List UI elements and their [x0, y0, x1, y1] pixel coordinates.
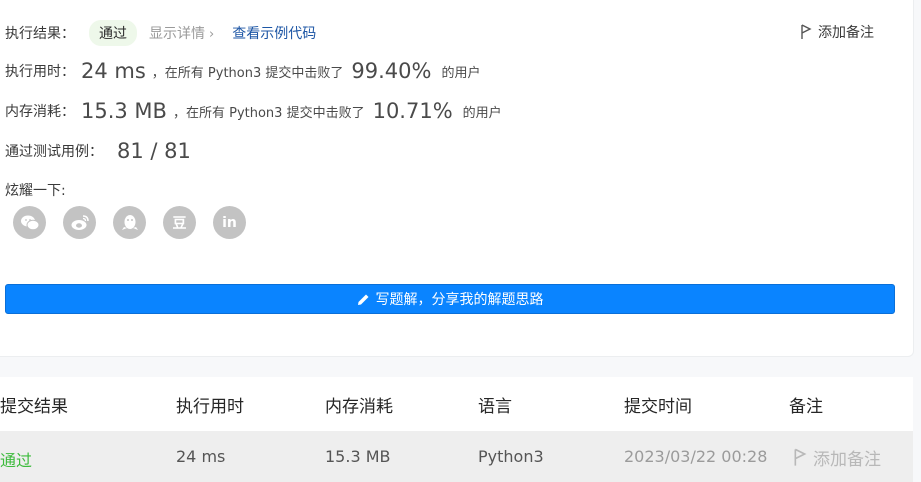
row-result-link[interactable]: 通过 — [0, 447, 32, 471]
share-icons: 豆 in — [13, 206, 246, 239]
tests-label: 通过测试用例： — [5, 144, 103, 160]
memory-row: 内存消耗： 15.3 MB ，在所有 Python3 提交中击败了 10.71%… — [5, 99, 502, 123]
write-solution-label: 写题解，分享我的解题思路 — [375, 292, 544, 308]
write-solution-button[interactable]: 写题解，分享我的解题思路 — [5, 284, 895, 314]
header-result: 提交结果 — [0, 397, 68, 417]
row-add-note-button[interactable]: 添加备注 — [793, 445, 881, 470]
add-note-button[interactable]: 添加备注 — [800, 22, 874, 42]
runtime-text: ，在所有 Python3 提交中击败了 — [151, 65, 344, 81]
flag-icon — [801, 24, 812, 39]
header-submit-time: 提交时间 — [624, 397, 692, 417]
pencil-icon — [357, 294, 368, 305]
linkedin-icon[interactable]: in — [213, 206, 246, 239]
table-row[interactable] — [0, 431, 913, 482]
runtime-percent: 99.40% — [351, 59, 432, 83]
tests-row: 通过测试用例： 81 / 81 — [5, 139, 191, 163]
memory-text: ，在所有 Python3 提交中击败了 — [172, 105, 365, 121]
runtime-suffix: 的用户 — [441, 65, 481, 81]
douban-icon[interactable]: 豆 — [163, 206, 196, 239]
row-language: Python3 — [478, 447, 544, 466]
result-card: 执行结果： 通过 显示详情 › 查看示例代码 添加备注 执行用时： 24 ms ，… — [0, 0, 914, 357]
share-row: 炫耀一下: — [5, 180, 66, 200]
runtime-label: 执行用时： — [5, 64, 75, 80]
add-note-label: 添加备注 — [818, 25, 874, 41]
header-memory: 内存消耗 — [325, 397, 393, 417]
weibo-icon[interactable] — [63, 206, 96, 239]
header-language: 语言 — [478, 397, 512, 417]
show-details-link[interactable]: 显示详情 › — [149, 23, 214, 43]
view-example-code-link[interactable]: 查看示例代码 — [232, 23, 316, 43]
row-submit-time: 2023/03/22 00:28 — [624, 447, 768, 466]
row-runtime: 24 ms — [176, 447, 226, 466]
header-note: 备注 — [789, 397, 823, 417]
share-label: 炫耀一下: — [5, 183, 66, 199]
wechat-icon[interactable] — [13, 206, 46, 239]
status-badge: 通过 — [89, 20, 137, 46]
result-label: 执行结果： — [5, 26, 75, 42]
tests-value: 81 / 81 — [117, 139, 191, 163]
runtime-row: 执行用时： 24 ms ，在所有 Python3 提交中击败了 99.40% 的… — [5, 59, 481, 83]
qq-icon[interactable] — [113, 206, 146, 239]
flag-icon — [794, 448, 807, 466]
row-add-note-label: 添加备注 — [813, 450, 881, 470]
memory-suffix: 的用户 — [462, 105, 502, 121]
memory-value: 15.3 MB — [81, 99, 167, 123]
header-runtime: 执行用时 — [176, 397, 244, 417]
runtime-value: 24 ms — [81, 59, 146, 83]
memory-label: 内存消耗： — [5, 104, 75, 120]
row-memory: 15.3 MB — [325, 447, 391, 466]
result-row: 执行结果： 通过 显示详情 › 查看示例代码 — [5, 20, 316, 46]
memory-percent: 10.71% — [372, 99, 453, 123]
chevron-right-icon: › — [209, 27, 215, 42]
